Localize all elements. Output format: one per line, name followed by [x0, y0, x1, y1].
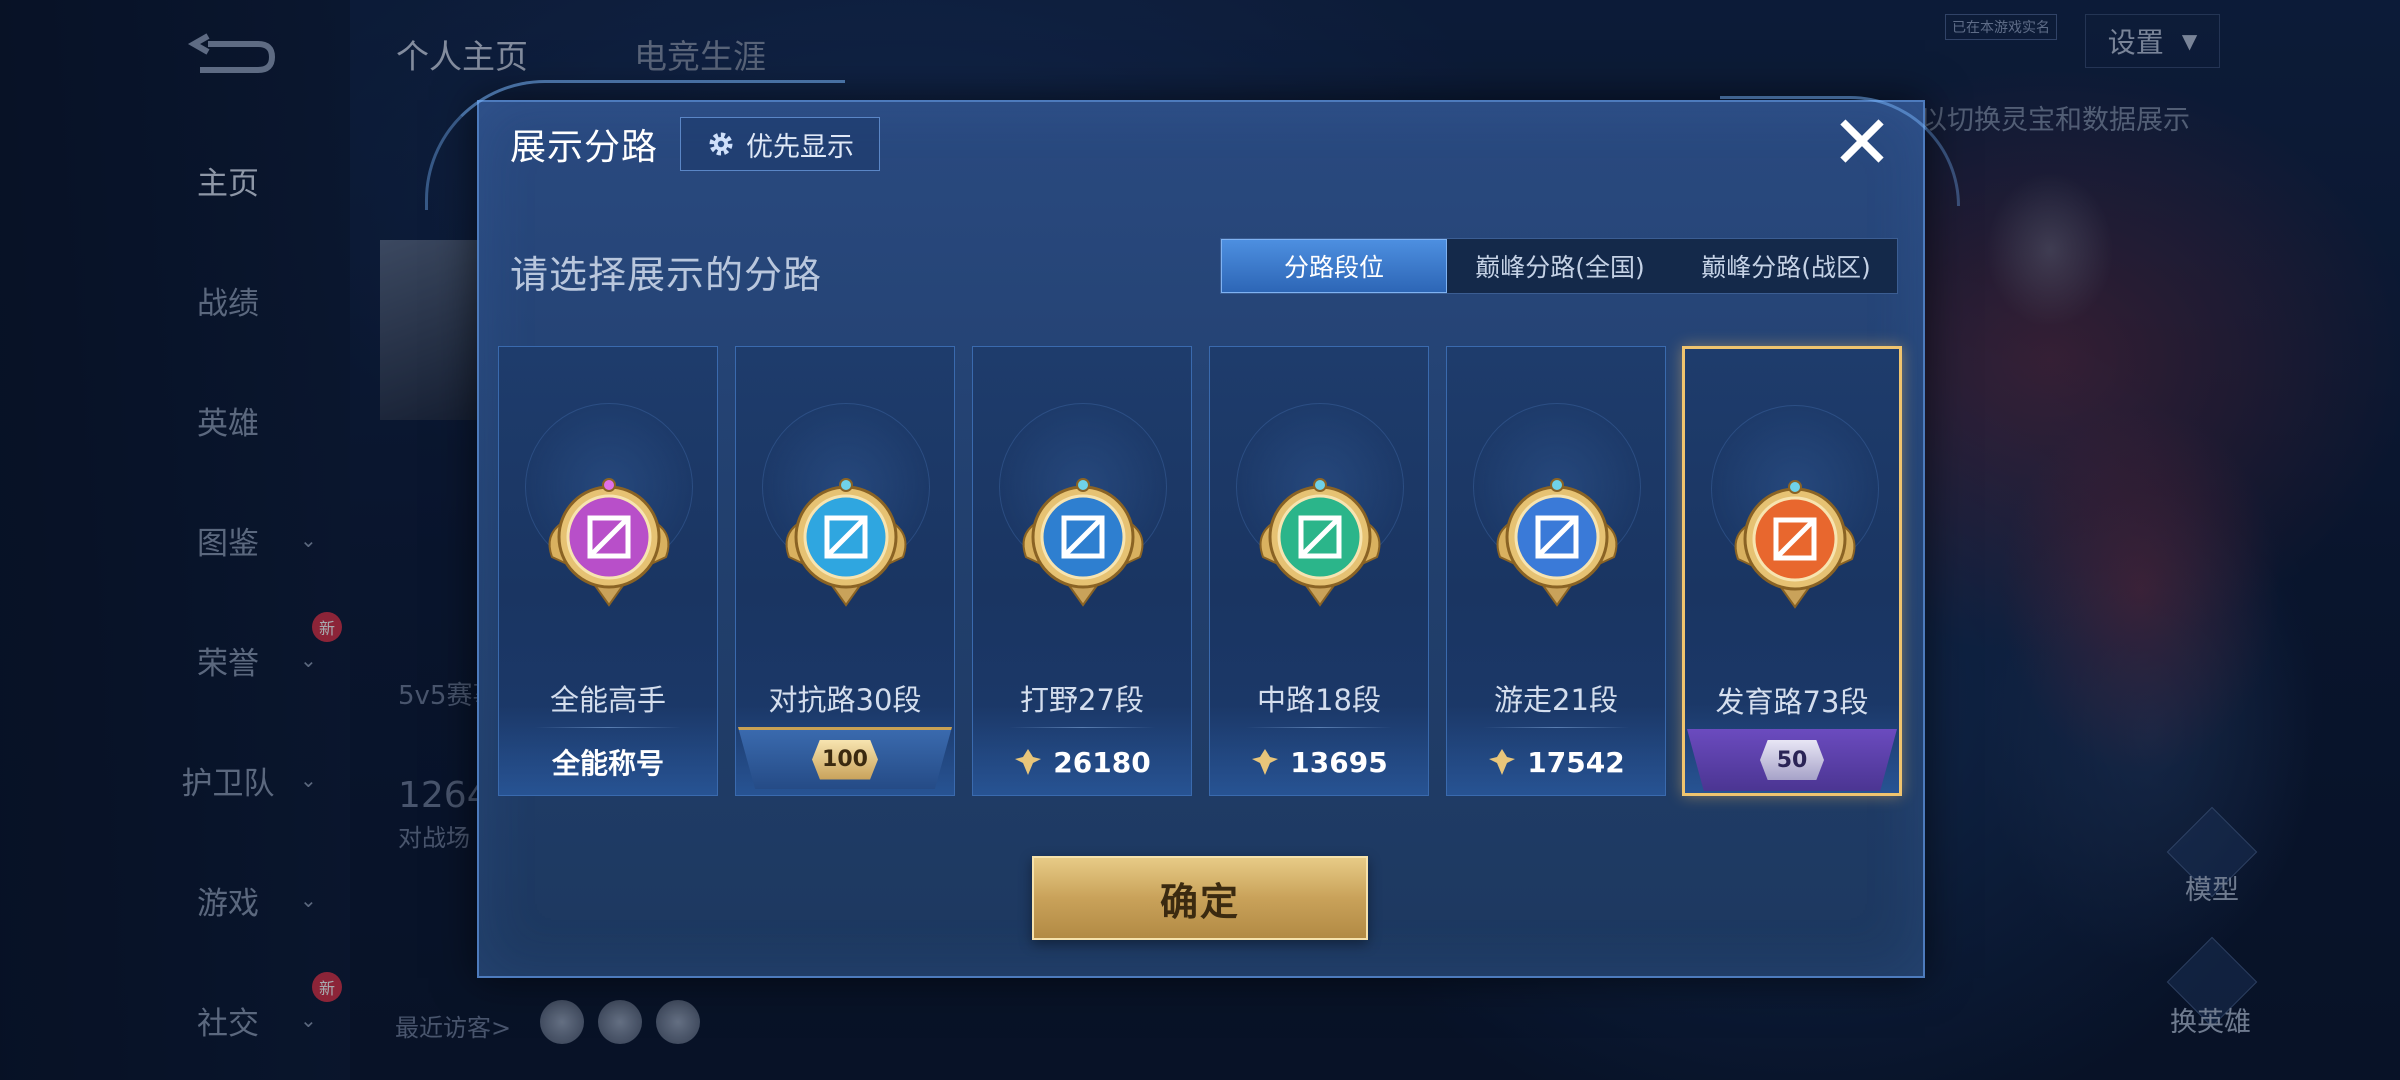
- card-bottom: 26180: [973, 739, 1191, 785]
- star-badge: 50: [1760, 740, 1824, 780]
- card-bottom: 13695: [1210, 739, 1428, 785]
- lane-card[interactable]: 打野27段 26180: [972, 346, 1192, 796]
- dialog-title: 展示分路: [510, 127, 659, 168]
- tab-label: 巅峰分路(全国): [1475, 253, 1645, 282]
- divider: [535, 727, 681, 728]
- points-icon: [1489, 749, 1516, 775]
- points-value: 17542: [1527, 745, 1625, 779]
- lane-card[interactable]: 中路18段 13695: [1209, 346, 1429, 796]
- lane-card[interactable]: 对抗路30段 100: [735, 346, 955, 796]
- roam-emblem-icon: [1496, 478, 1618, 607]
- mid-lane-emblem-icon: [1259, 478, 1381, 607]
- card-bottom: 17542: [1447, 739, 1665, 785]
- farm-lane-emblem-icon: [1734, 480, 1856, 609]
- allround-emblem-icon: [548, 478, 670, 607]
- tab-lane-rank[interactable]: 分路段位: [1221, 239, 1447, 293]
- lane-name: 中路18段: [1257, 683, 1381, 717]
- lane-name: 对抗路30段: [768, 683, 922, 717]
- lane-name: 游走21段: [1494, 683, 1618, 717]
- star-badge: 100: [812, 739, 878, 780]
- points-icon: [1015, 749, 1042, 775]
- jungle-emblem-icon: [1022, 478, 1144, 607]
- close-icon[interactable]: ✕: [1827, 106, 1897, 180]
- gear-icon: [709, 132, 733, 156]
- lane-card[interactable]: 全能高手 全能称号: [498, 346, 718, 796]
- points-value: 26180: [1053, 745, 1151, 779]
- card-bottom-text: 全能称号: [551, 747, 664, 780]
- lane-name: 全能高手: [549, 683, 666, 717]
- divider: [1246, 727, 1392, 728]
- points-icon: [1252, 749, 1279, 775]
- select-prompt: 请选择展示的分路: [510, 253, 823, 297]
- tab-peak-lane-region[interactable]: 巅峰分路(战区): [1673, 239, 1899, 293]
- lane-type-tabs: 分路段位 巅峰分路(全国) 巅峰分路(战区): [1220, 238, 1898, 294]
- tab-label: 分路段位: [1283, 253, 1384, 282]
- divider: [1009, 727, 1155, 728]
- confirm-button[interactable]: 确定: [1032, 856, 1368, 940]
- rank-ribbon: 100: [738, 727, 952, 789]
- tab-label: 巅峰分路(战区): [1701, 253, 1871, 282]
- clash-lane-emblem-icon: [785, 478, 907, 607]
- lane-name: 打野27段: [1020, 683, 1144, 717]
- lane-name: 发育路73段: [1715, 685, 1869, 719]
- rank-ribbon: 50: [1687, 729, 1897, 791]
- confirm-label: 确定: [1159, 879, 1240, 924]
- lane-card-selected[interactable]: 发育路73段 50: [1682, 346, 1902, 796]
- tab-peak-lane-national[interactable]: 巅峰分路(全国): [1447, 239, 1673, 293]
- points-value: 13695: [1290, 745, 1388, 779]
- lane-card[interactable]: 游走21段 17542: [1446, 346, 1666, 796]
- divider: [1483, 727, 1629, 728]
- priority-label: 优先显示: [746, 131, 854, 163]
- priority-display-button[interactable]: 优先显示: [680, 117, 880, 171]
